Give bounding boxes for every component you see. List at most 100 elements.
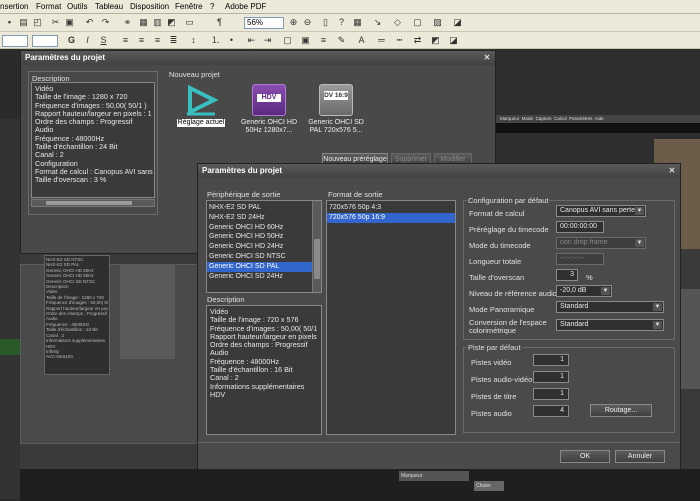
overscan-input[interactable]: 3 bbox=[556, 269, 578, 281]
arrow-style-icon[interactable]: ⇄ bbox=[412, 35, 423, 46]
zoom-in-icon[interactable]: ⊕ bbox=[288, 17, 299, 28]
picture-icon[interactable]: ▨ bbox=[432, 17, 443, 28]
output-device-scrollbar[interactable] bbox=[312, 201, 321, 292]
align-center-icon[interactable]: ≡ bbox=[136, 35, 147, 46]
close-icon[interactable]: ✕ bbox=[667, 166, 677, 176]
routing-button[interactable]: Routage... bbox=[590, 404, 652, 417]
output-format-item[interactable]: 720x576 50p 4:3 bbox=[327, 203, 455, 213]
align-left-icon[interactable]: ≡ bbox=[120, 35, 131, 46]
increase-indent-icon[interactable]: ⇥ bbox=[262, 35, 273, 46]
dialog1-titlebar[interactable]: Paramètres du projet ✕ bbox=[21, 51, 495, 65]
dialog2-titlebar[interactable]: Paramètres du projet ✕ bbox=[198, 164, 680, 178]
audio-tracks-input[interactable]: 4 bbox=[533, 405, 569, 417]
pdf-icon[interactable]: ◪ bbox=[452, 17, 463, 28]
shape-icon[interactable]: ◇ bbox=[392, 17, 403, 28]
colorspace-select[interactable]: Standard ▼ bbox=[556, 319, 664, 331]
output-device-item[interactable]: Generic OHCI HD 24Hz bbox=[207, 242, 313, 252]
overscan-label: Taille d'overscan bbox=[469, 273, 525, 282]
3d-icon[interactable]: ◪ bbox=[448, 35, 459, 46]
shadow-icon[interactable]: ◩ bbox=[430, 35, 441, 46]
dash-style-icon[interactable]: ┅ bbox=[394, 35, 405, 46]
output-format-item[interactable]: 720x576 50p 16:9 bbox=[327, 212, 455, 223]
menu-insertion[interactable]: nsertion bbox=[0, 2, 28, 11]
total-length-input[interactable]: --:--:--:-- bbox=[556, 253, 604, 265]
scroll-thumb[interactable] bbox=[314, 239, 320, 279]
output-format-list[interactable]: 720x576 50p 4:3 720x576 50p 16:9 bbox=[326, 200, 456, 435]
read-mode-icon[interactable]: ▯ bbox=[320, 17, 331, 28]
hyperlink-icon[interactable]: ⚭ bbox=[122, 17, 133, 28]
output-device-item[interactable]: Generic OHCI SD PAL bbox=[207, 261, 313, 272]
calc-format-select[interactable]: Canopus AVI sans perte ▼ bbox=[556, 205, 646, 217]
italic-icon[interactable]: I bbox=[82, 35, 93, 46]
cancel-button[interactable]: Annuler bbox=[615, 450, 665, 463]
cut-icon[interactable]: ✂ bbox=[50, 17, 61, 28]
output-device-list[interactable]: NHX-E2 SD PAL NHX-E2 SD 24Hz Generic OHCI … bbox=[206, 200, 322, 293]
bullets-icon[interactable]: • bbox=[226, 35, 237, 46]
grid-icon[interactable]: ▦ bbox=[352, 17, 363, 28]
decrease-indent-icon[interactable]: ⇤ bbox=[246, 35, 257, 46]
menu-format[interactable]: Format bbox=[36, 2, 61, 11]
menu-help[interactable]: ? bbox=[210, 2, 214, 11]
formatting-toolbar: G I S ≡ ≡ ≡ ≣ ↕ ⒈ • ⇤ ⇥ ▢ ▣ ≡ ✎ A ═ ┅ ⇄ … bbox=[0, 32, 700, 49]
title-tracks-input[interactable]: 1 bbox=[533, 388, 569, 400]
video-tracks-input[interactable]: 1 bbox=[533, 354, 569, 366]
output-device-item[interactable]: Generic OHCI SD 24Hz bbox=[207, 272, 313, 282]
output-device-item[interactable]: Generic OHCI HD 60Hz bbox=[207, 223, 313, 233]
hdv-icon: HDV bbox=[252, 84, 286, 116]
output-device-item[interactable]: NHX-E2 SD 24Hz bbox=[207, 213, 313, 223]
menu-fenetre[interactable]: Fenêtre bbox=[175, 2, 203, 11]
output-device-item[interactable]: Generic OHCI SD NTSC bbox=[207, 252, 313, 262]
print-icon[interactable]: ▤ bbox=[18, 17, 29, 28]
zoom-select[interactable]: 56% bbox=[244, 17, 284, 29]
underline-icon[interactable]: S bbox=[98, 35, 109, 46]
align-right-icon[interactable]: ≡ bbox=[152, 35, 163, 46]
close-icon[interactable]: ✕ bbox=[482, 53, 492, 63]
show-hide-icon[interactable]: ¶ bbox=[214, 17, 225, 28]
preset-dv169[interactable]: DV 16:9 Generic OHCI SD PAL 720x576 5... bbox=[306, 84, 366, 144]
panorama-select[interactable]: Standard ▼ bbox=[556, 301, 664, 313]
menu-adobe-pdf[interactable]: Adobe PDF bbox=[225, 2, 266, 11]
document-map-icon[interactable]: ▭ bbox=[184, 17, 195, 28]
ok-button[interactable]: OK bbox=[560, 450, 610, 463]
timecode-preset-input[interactable]: 00:00:00:00 bbox=[556, 221, 604, 233]
preview-icon[interactable]: ◰ bbox=[32, 17, 43, 28]
drawing-icon[interactable]: ◩ bbox=[166, 17, 177, 28]
borders-icon[interactable]: ▢ bbox=[282, 35, 293, 46]
arrow-icon[interactable]: ↘ bbox=[372, 17, 383, 28]
preset-hdv[interactable]: HDV Generic OHCI HD 50Hz 1280x7... bbox=[239, 84, 299, 144]
text-box-icon[interactable]: ▣ bbox=[300, 35, 311, 46]
menu-outils[interactable]: Outils bbox=[67, 2, 87, 11]
chuter-tab[interactable]: Chuter bbox=[474, 481, 504, 491]
frame-icon[interactable]: ▢ bbox=[412, 17, 423, 28]
output-device-item[interactable]: Generic OHCI HD 50Hz bbox=[207, 232, 313, 242]
scroll-thumb[interactable] bbox=[46, 201, 132, 205]
menu-tableau[interactable]: Tableau bbox=[95, 2, 123, 11]
bold-icon[interactable]: G bbox=[66, 35, 77, 46]
marker-tab[interactable]: Marqueur bbox=[399, 471, 469, 481]
output-device-item[interactable]: NHX-E2 SD PAL bbox=[207, 203, 313, 213]
av-tracks-input[interactable]: 1 bbox=[533, 371, 569, 383]
line-color-icon[interactable]: ═ bbox=[376, 35, 387, 46]
menu-disposition[interactable]: Disposition bbox=[130, 2, 169, 11]
audio-ref-select[interactable]: -20,0 dB ▼ bbox=[556, 285, 612, 297]
style-select[interactable] bbox=[2, 35, 28, 47]
dialog1-description-hscroll[interactable] bbox=[31, 199, 155, 207]
table-icon[interactable]: ▦ bbox=[138, 17, 149, 28]
timecode-mode-select[interactable]: non drop frame ▼ bbox=[556, 237, 646, 249]
line-style-icon[interactable]: ≡ bbox=[318, 35, 329, 46]
paste-icon[interactable]: ▣ bbox=[64, 17, 75, 28]
highlight-icon[interactable]: ✎ bbox=[336, 35, 347, 46]
preset-current-setting[interactable]: Réglage actuel bbox=[171, 84, 231, 144]
zoom-out-icon[interactable]: ⊖ bbox=[302, 17, 313, 28]
redo-icon[interactable]: ↷ bbox=[100, 17, 111, 28]
numbering-icon[interactable]: ⒈ bbox=[210, 35, 221, 46]
undo-icon[interactable]: ↶ bbox=[84, 17, 95, 28]
font-color-icon[interactable]: A bbox=[356, 35, 367, 46]
font-size-select[interactable] bbox=[32, 35, 58, 47]
help-icon[interactable]: ? bbox=[336, 17, 347, 28]
line-spacing-icon[interactable]: ↕ bbox=[188, 35, 199, 46]
save-icon[interactable]: ▪ bbox=[4, 17, 15, 28]
columns-icon[interactable]: ▥ bbox=[152, 17, 163, 28]
justify-icon[interactable]: ≣ bbox=[168, 35, 179, 46]
av-tracks-label: Pistes audio-vidéo bbox=[471, 375, 533, 384]
